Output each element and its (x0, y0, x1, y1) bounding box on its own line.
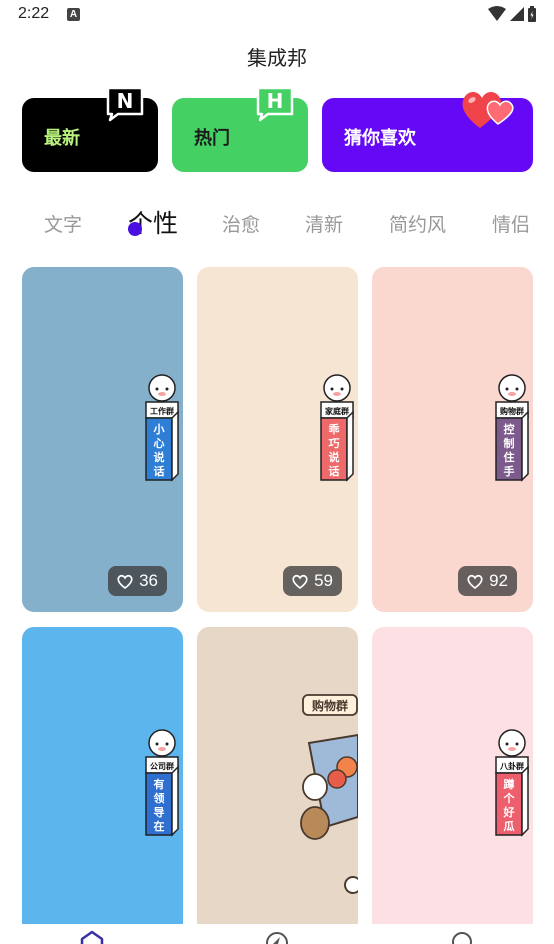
category-guess-like-label: 猜你喜欢 (344, 128, 416, 149)
svg-text:乖: 乖 (329, 422, 340, 436)
svg-text:瓜: 瓜 (504, 820, 515, 833)
wifi-icon (488, 6, 506, 21)
status-bar: 2:22 A (0, 0, 554, 30)
wallpaper-illustration: 公司群有领导在 (145, 729, 179, 837)
heart-icon (467, 574, 483, 589)
heart-icon (117, 574, 133, 589)
category-guess-like-card[interactable]: 猜你喜欢 (322, 92, 533, 172)
like-count-badge[interactable]: 92 (458, 566, 517, 596)
category-tabs: 文字 个性 治愈 清新 简约风 情侣 (0, 200, 554, 244)
wallpaper-illustration: 购物群控制住手 (495, 374, 529, 482)
wallpaper-tile[interactable]: 家庭群乖巧说话 59 (197, 267, 358, 612)
svg-text:巧: 巧 (329, 437, 340, 450)
wallpaper-illustration: 购物群 (300, 694, 358, 894)
profile-icon[interactable] (449, 930, 475, 944)
sticker-tag: 公司群 (150, 761, 174, 771)
tab-healing[interactable]: 治愈 (222, 210, 260, 237)
like-count: 92 (489, 571, 508, 590)
status-time: 2:22 (18, 5, 50, 22)
wallpaper-illustration: 八卦群蹲个好瓜 (495, 729, 529, 837)
like-count-badge[interactable]: 36 (108, 566, 167, 596)
new-badge-icon: N (106, 86, 144, 122)
svg-text:购物群: 购物群 (312, 698, 348, 713)
like-count: 36 (139, 571, 158, 590)
wallpaper-illustration: 工作群小心说话 (145, 374, 179, 482)
signal-icon (510, 7, 524, 21)
svg-text:在: 在 (154, 819, 165, 833)
category-newest-label: 最新 (44, 128, 80, 149)
page-title: 集成邦 (247, 46, 307, 70)
svg-text:说: 说 (329, 450, 340, 464)
svg-text:说: 说 (154, 450, 165, 464)
svg-text:心: 心 (154, 437, 165, 450)
tab-minimal[interactable]: 简约风 (389, 210, 446, 237)
svg-text:住: 住 (504, 450, 515, 464)
wallpaper-tile[interactable]: 购物群 (197, 627, 358, 924)
svg-text:小: 小 (153, 422, 165, 436)
svg-text:个: 个 (503, 791, 516, 805)
wallpaper-tile[interactable]: 八卦群蹲个好瓜 (372, 627, 533, 924)
category-hot-label: 热门 (194, 128, 230, 149)
tab-text[interactable]: 文字 (44, 210, 82, 237)
battery-icon (528, 6, 536, 22)
wallpaper-illustration: 家庭群乖巧说话 (320, 374, 354, 482)
hearts-icon (462, 92, 514, 128)
tab-fresh[interactable]: 清新 (305, 210, 343, 237)
svg-text:有: 有 (154, 777, 165, 791)
active-tab-indicator (128, 222, 142, 236)
category-hot-card[interactable]: 热门 H (172, 86, 308, 172)
sticker-tag: 八卦群 (499, 761, 524, 771)
category-newest-card[interactable]: 最新 N (22, 86, 158, 172)
notification-icon: A (67, 8, 80, 21)
sticker-tag: 工作群 (150, 406, 174, 416)
like-count: 59 (314, 571, 333, 590)
svg-text:导: 导 (154, 806, 165, 819)
svg-text:控: 控 (504, 422, 515, 436)
svg-text:领: 领 (153, 791, 165, 805)
new-badge-letter: N (117, 89, 134, 113)
status-icons (488, 6, 536, 22)
discover-icon[interactable] (264, 930, 290, 944)
like-count-badge[interactable]: 59 (283, 566, 342, 596)
svg-text:制: 制 (504, 436, 515, 450)
svg-text:手: 手 (504, 464, 515, 478)
bottom-nav (0, 924, 554, 944)
wallpaper-tile[interactable]: 公司群有领导在 (22, 627, 183, 924)
hot-badge-icon: H (256, 86, 294, 122)
svg-text:话: 话 (154, 464, 165, 478)
svg-text:好: 好 (503, 805, 515, 819)
sticker-tag: 购物群 (500, 406, 524, 416)
wallpaper-tile[interactable]: 购物群控制住手 92 (372, 267, 533, 612)
svg-text:话: 话 (329, 464, 340, 478)
sticker-tag: 家庭群 (325, 406, 349, 416)
tab-couple[interactable]: 情侣 (492, 210, 530, 237)
wallpaper-tile[interactable]: 工作群小心说话 36 (22, 267, 183, 612)
heart-icon (292, 574, 308, 589)
hot-badge-letter: H (267, 89, 284, 113)
home-icon[interactable] (79, 930, 105, 944)
svg-text:蹲: 蹲 (504, 777, 515, 791)
